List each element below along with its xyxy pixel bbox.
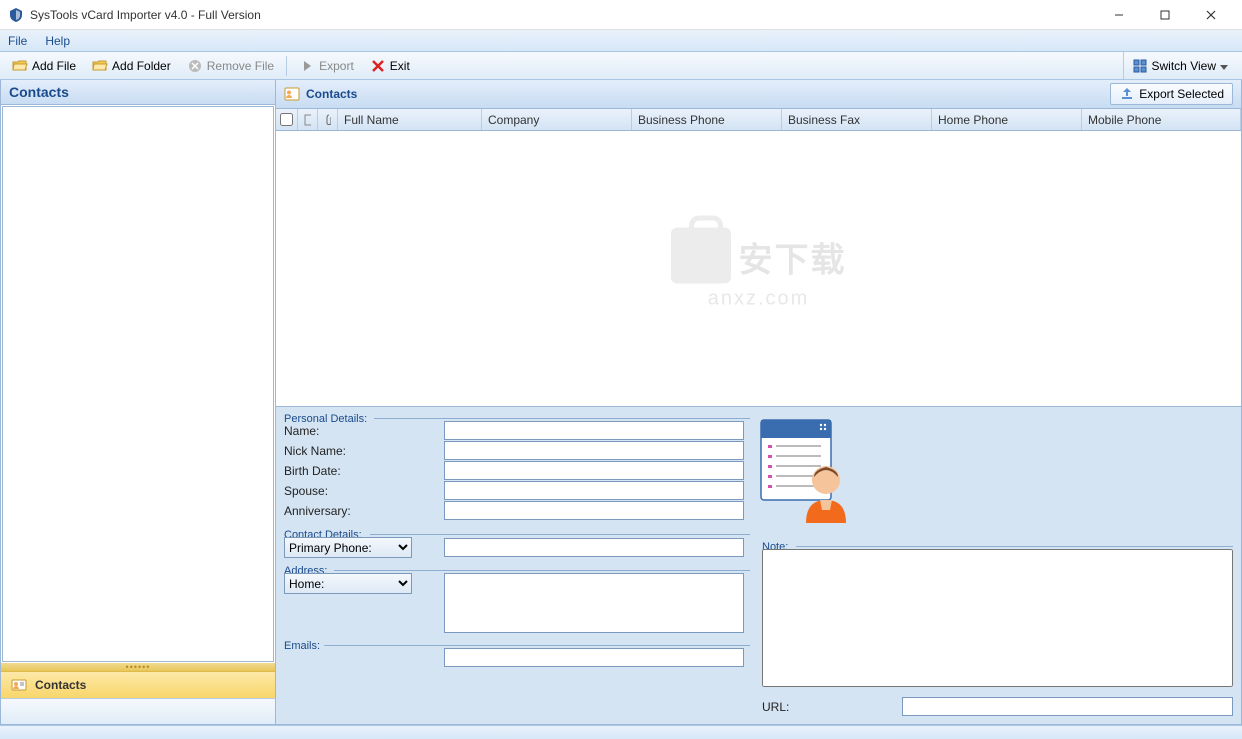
grid-icon bbox=[1132, 58, 1148, 74]
remove-file-label: Remove File bbox=[207, 59, 274, 73]
sidebar-bottom bbox=[1, 698, 275, 724]
select-all-checkbox[interactable] bbox=[280, 113, 293, 126]
window-title: SysTools vCard Importer v4.0 - Full Vers… bbox=[30, 8, 1096, 22]
column-business-phone[interactable]: Business Phone bbox=[632, 109, 782, 130]
nick-name-field[interactable] bbox=[444, 441, 744, 460]
add-file-button[interactable]: Add File bbox=[6, 56, 82, 76]
column-checkbox[interactable] bbox=[276, 109, 298, 130]
menu-help[interactable]: Help bbox=[45, 34, 70, 48]
exit-label: Exit bbox=[390, 59, 410, 73]
switch-view-button[interactable]: Switch View bbox=[1123, 52, 1236, 79]
folder-icon bbox=[92, 58, 108, 74]
export-button[interactable]: Export bbox=[293, 56, 360, 76]
add-folder-label: Add Folder bbox=[112, 59, 171, 73]
statusbar bbox=[0, 725, 1242, 739]
contact-photo bbox=[756, 415, 856, 525]
emails-label: Emails: bbox=[284, 640, 320, 652]
column-attachment[interactable] bbox=[318, 109, 338, 130]
add-file-label: Add File bbox=[32, 59, 76, 73]
play-icon bbox=[299, 58, 315, 74]
toolbar: Add File Add Folder Remove File Export E… bbox=[0, 52, 1242, 80]
name-label: Name: bbox=[284, 424, 444, 438]
address-type-select[interactable]: Home: bbox=[284, 573, 412, 594]
column-business-fax[interactable]: Business Fax bbox=[782, 109, 932, 130]
nick-name-label: Nick Name: bbox=[284, 444, 444, 458]
exit-button[interactable]: Exit bbox=[364, 56, 416, 76]
main-area: Contacts •••••• Contacts Contacts Export… bbox=[0, 80, 1242, 725]
name-field[interactable] bbox=[444, 421, 744, 440]
sidebar-header: Contacts bbox=[1, 80, 275, 105]
sidebar-contacts-button[interactable]: Contacts bbox=[1, 671, 275, 698]
grid-header: Full Name Company Business Phone Busines… bbox=[276, 109, 1241, 131]
birth-date-field[interactable] bbox=[444, 461, 744, 480]
anniversary-field[interactable] bbox=[444, 501, 744, 520]
delete-icon bbox=[187, 58, 203, 74]
menu-file[interactable]: File bbox=[8, 34, 27, 48]
export-selected-button[interactable]: Export Selected bbox=[1110, 83, 1233, 105]
window-controls bbox=[1096, 0, 1234, 30]
export-label: Export bbox=[319, 59, 354, 73]
watermark: 安下载 anxz.com bbox=[671, 227, 847, 310]
url-label: URL: bbox=[762, 700, 902, 714]
email-field[interactable] bbox=[444, 648, 744, 667]
add-folder-button[interactable]: Add Folder bbox=[86, 56, 177, 76]
column-mobile-phone[interactable]: Mobile Phone bbox=[1082, 109, 1241, 130]
primary-phone-field[interactable] bbox=[444, 538, 744, 557]
export-icon bbox=[1119, 86, 1135, 102]
sidebar: Contacts •••••• Contacts bbox=[1, 80, 276, 724]
anniversary-label: Anniversary: bbox=[284, 504, 444, 518]
contact-icon bbox=[284, 86, 300, 102]
grid-body[interactable]: 安下载 anxz.com bbox=[276, 131, 1241, 406]
column-flag[interactable] bbox=[298, 109, 318, 130]
content-area: Contacts Export Selected Full Name Compa… bbox=[276, 80, 1241, 724]
dropdown-icon bbox=[1220, 59, 1228, 73]
sidebar-contacts-label: Contacts bbox=[35, 678, 86, 692]
remove-file-button[interactable]: Remove File bbox=[181, 56, 280, 76]
note-field[interactable] bbox=[762, 549, 1233, 687]
toolbar-separator bbox=[286, 56, 287, 76]
url-field[interactable] bbox=[902, 697, 1233, 716]
menubar: File Help bbox=[0, 30, 1242, 52]
sidebar-grip[interactable]: •••••• bbox=[1, 663, 275, 671]
app-icon bbox=[8, 7, 24, 23]
column-company[interactable]: Company bbox=[482, 109, 632, 130]
content-header: Contacts Export Selected bbox=[276, 80, 1241, 109]
content-title: Contacts bbox=[306, 87, 357, 101]
spouse-label: Spouse: bbox=[284, 484, 444, 498]
switch-view-label: Switch View bbox=[1152, 59, 1216, 73]
primary-phone-select[interactable]: Primary Phone: bbox=[284, 537, 412, 558]
contact-card-icon bbox=[11, 677, 27, 693]
column-home-phone[interactable]: Home Phone bbox=[932, 109, 1082, 130]
minimize-button[interactable] bbox=[1096, 0, 1142, 30]
spouse-field[interactable] bbox=[444, 481, 744, 500]
details-pane: Personal Details: Name: Nick Name: Birth… bbox=[276, 406, 1241, 724]
titlebar: SysTools vCard Importer v4.0 - Full Vers… bbox=[0, 0, 1242, 30]
sidebar-tree[interactable] bbox=[2, 106, 274, 662]
birth-date-label: Birth Date: bbox=[284, 464, 444, 478]
watermark-text1: 安下载 bbox=[739, 233, 847, 282]
watermark-text2: anxz.com bbox=[671, 287, 847, 310]
close-x-icon bbox=[370, 58, 386, 74]
maximize-button[interactable] bbox=[1142, 0, 1188, 30]
address-field[interactable] bbox=[444, 573, 744, 633]
export-selected-label: Export Selected bbox=[1139, 87, 1224, 101]
folder-open-icon bbox=[12, 58, 28, 74]
close-button[interactable] bbox=[1188, 0, 1234, 30]
column-full-name[interactable]: Full Name bbox=[338, 109, 482, 130]
